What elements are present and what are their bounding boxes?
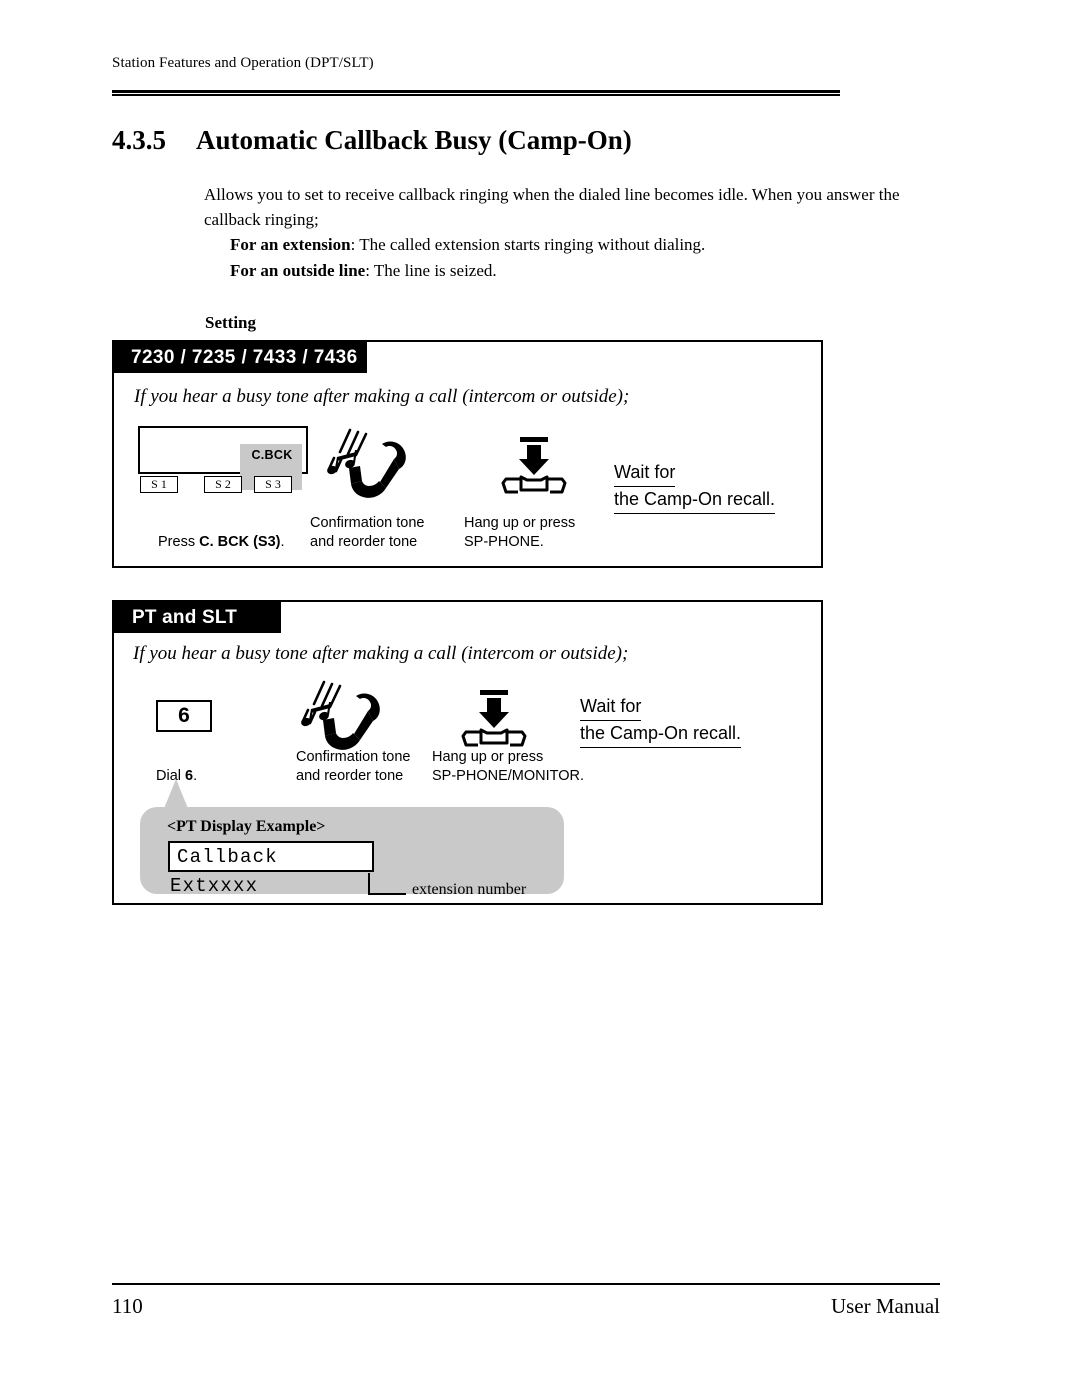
box2-step1-caption-post: . (193, 768, 198, 784)
ringing-handset-icon (327, 428, 406, 498)
box1-step3-caption: Hang up or press SP-PHONE. (464, 515, 576, 550)
hang-up-icon (461, 690, 527, 747)
softkey-s1[interactable]: S 1 (140, 476, 178, 493)
section-number: 4.3.5 (112, 125, 166, 155)
hang-up-icon (501, 437, 567, 494)
box2-condition-text: If you hear a busy tone after making a c… (133, 643, 629, 664)
setting-heading: Setting (205, 313, 256, 332)
box1-wait-line2: the Camp-On recall. (614, 487, 776, 514)
leader-line-horizontal (368, 893, 406, 895)
intro-extension-text: : The called extension starts ringing wi… (350, 235, 706, 254)
footer-rule (112, 1283, 940, 1285)
box1-step1-caption: Press C. BCK (S3). (158, 514, 285, 552)
box1-model-tab: 7230 / 7235 / 7433 / 7436 (114, 342, 367, 373)
intro-paragraph: Allows you to set to receive callback ri… (204, 185, 900, 229)
box1-condition-text: If you hear a busy tone after making a c… (134, 386, 630, 407)
pt-display-example-callout: <PT Display Example> Callback Extxxxx ex… (140, 807, 564, 898)
leader-line-vertical (368, 873, 370, 895)
box2-wait-line1: Wait for (580, 694, 642, 721)
display-softkey-label: C.BCK (251, 448, 293, 462)
callout-title: <PT Display Example> (167, 818, 326, 835)
box1-wait-text: Wait for the Camp-On recall. (614, 460, 776, 514)
intro-extension-line: For an extension: The called extension s… (230, 232, 950, 257)
box2-model-tab: PT and SLT (114, 602, 281, 633)
page-number: 110 (112, 1294, 143, 1318)
box2-wait-text: Wait for the Camp-On recall. (580, 694, 742, 748)
intro-outside-line: For an outside line: The line is seized. (230, 258, 950, 283)
box1-step2-caption: Confirmation tone and reorder tone (310, 515, 425, 550)
header-rule (112, 90, 840, 96)
box1-step1-caption-bold: C. BCK (S3) (199, 534, 281, 550)
page-title: Automatic Callback Busy (Camp-On) (196, 125, 632, 155)
operation-box-dpt: 7230 / 7235 / 7433 / 7436 If you hear a … (112, 340, 823, 568)
softkey-s3[interactable]: S 3 (254, 476, 292, 493)
box2-wait-line2: the Camp-On recall. (580, 721, 742, 748)
lcd-display: Callback Extxxxx (168, 841, 374, 897)
intro-outside-text: : The line is seized. (365, 261, 497, 280)
box1-step1-caption-post: . (280, 534, 285, 550)
box1-wait-line1: Wait for (614, 460, 676, 487)
leader-label: extension number (412, 881, 527, 898)
dial-key-6[interactable]: 6 (156, 700, 212, 732)
manual-title: User Manual (830, 1294, 940, 1318)
operation-box-pt-slt: PT and SLT If you hear a busy tone after… (112, 600, 823, 905)
box2-step2-caption: Confirmation tone and reorder tone (296, 749, 411, 784)
box1-step1-caption-pre: Press (158, 534, 200, 550)
intro-extension-label: For an extension (230, 235, 351, 254)
running-head: Station Features and Operation (DPT/SLT) (112, 55, 374, 71)
box2-step3-caption: Hang up or press SP-PHONE/MONITOR. (432, 749, 584, 784)
phone-display-panel: C.BCK S 1 S 2 S 3 (130, 426, 315, 501)
document-page: Station Features and Operation (DPT/SLT)… (0, 0, 1080, 1397)
intro-outside-label: For an outside line (230, 261, 366, 280)
softkey-s2[interactable]: S 2 (204, 476, 242, 493)
